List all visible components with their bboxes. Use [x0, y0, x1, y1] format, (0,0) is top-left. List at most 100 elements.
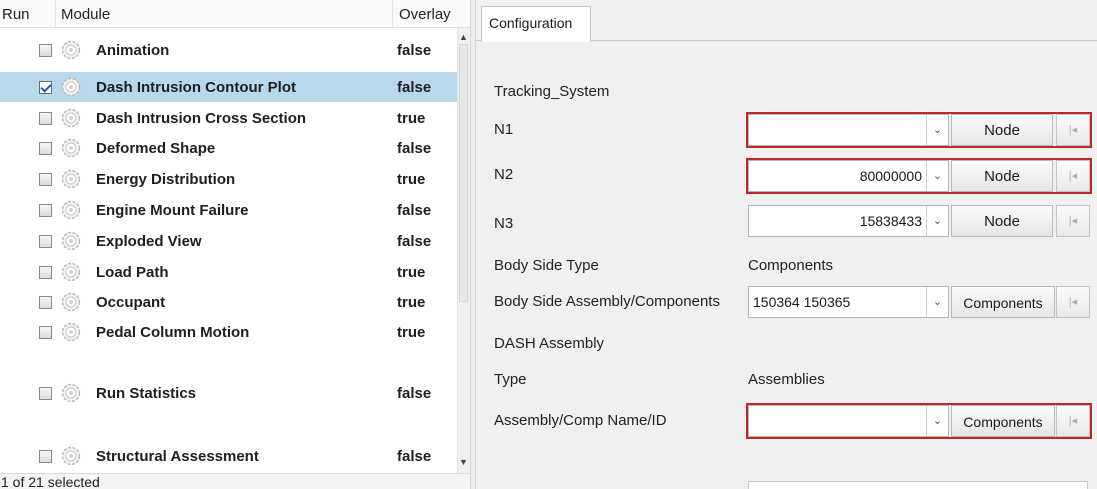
n1-combo[interactable]: ⌄ [748, 114, 949, 146]
module-row[interactable]: Structural Assessment false [0, 442, 457, 470]
module-row[interactable]: Run Statistics false [0, 368, 457, 418]
module-name: Animation [96, 42, 170, 59]
n2-node-button[interactable]: Node [951, 160, 1053, 192]
module-row[interactable]: Occupant true [0, 288, 457, 316]
run-checkbox[interactable] [39, 450, 52, 463]
run-checkbox[interactable] [39, 173, 52, 186]
module-name: Run Statistics [96, 385, 197, 402]
pick-entity-icon[interactable]: |◂ [1056, 405, 1090, 437]
gear-icon [61, 262, 81, 282]
scroll-down-icon[interactable]: ▼ [459, 456, 468, 468]
section-tracking-system: Tracking_System [494, 83, 610, 100]
module-name: Dash Intrusion Cross Section [96, 110, 307, 127]
body-side-assembly-label: Body Side Assembly/Components [494, 293, 720, 310]
run-checkbox[interactable] [39, 296, 52, 309]
module-overlay: true [397, 324, 426, 341]
gear-icon [61, 231, 81, 251]
n2-value: 80000000 [859, 168, 922, 184]
dropdown-arrow-icon[interactable]: ⌄ [926, 287, 948, 317]
run-checkbox[interactable] [39, 44, 52, 57]
pick-entity-icon[interactable]: |◂ [1056, 205, 1090, 237]
dropdown-arrow-icon[interactable]: ⌄ [926, 161, 948, 191]
module-row[interactable]: Dash Intrusion Cross Section true [0, 104, 457, 132]
tab-configuration[interactable]: Configuration [481, 6, 591, 42]
assembly-comp-label: Assembly/Comp Name/ID [494, 412, 667, 429]
selection-status-bar: 1 of 21 selected [0, 473, 470, 489]
module-row[interactable]: Animation false [0, 36, 457, 64]
column-header-module[interactable]: Module [61, 6, 110, 23]
run-checkbox[interactable] [39, 266, 52, 279]
n1-node-button[interactable]: Node [951, 114, 1053, 146]
gear-icon [61, 108, 81, 128]
module-row[interactable]: Engine Mount Failure false [0, 196, 457, 224]
module-list-header: Run Module Overlay [0, 0, 470, 28]
module-row[interactable]: Pedal Column Motion true [0, 318, 457, 346]
run-checkbox[interactable] [39, 112, 52, 125]
module-row[interactable]: Deformed Shape false [0, 134, 457, 162]
run-checkbox[interactable] [39, 81, 52, 94]
module-row[interactable]: Load Path true [0, 258, 457, 286]
scrollbar-thumb[interactable] [459, 44, 468, 302]
column-header-run[interactable]: Run [2, 6, 30, 23]
body-side-type-label: Body Side Type [494, 257, 599, 274]
module-name: Exploded View [96, 233, 202, 250]
gear-icon [61, 446, 81, 466]
partial-input-field[interactable] [748, 481, 1088, 489]
module-overlay: true [397, 110, 426, 127]
dropdown-arrow-icon[interactable]: ⌄ [926, 206, 948, 236]
n1-label: N1 [494, 121, 514, 138]
column-header-overlay[interactable]: Overlay [399, 6, 451, 23]
gear-icon [61, 322, 81, 342]
column-separator[interactable] [55, 0, 56, 28]
type-label: Type [494, 371, 527, 388]
module-overlay: false [397, 448, 432, 465]
module-overlay: true [397, 171, 426, 188]
n2-combo[interactable]: 80000000 ⌄ [748, 160, 949, 192]
n3-value: 15838433 [859, 213, 922, 229]
pick-entity-icon[interactable]: |◂ [1056, 286, 1090, 318]
module-name: Engine Mount Failure [96, 202, 249, 219]
assembly-components-button[interactable]: Components [951, 405, 1055, 437]
module-list-panel: Run Module Overlay Animation false Dash In… [0, 0, 470, 489]
run-checkbox[interactable] [39, 326, 52, 339]
configuration-panel: Configuration Tracking_System N1 ⌄ Node … [476, 0, 1097, 489]
run-checkbox[interactable] [39, 235, 52, 248]
dropdown-arrow-icon[interactable]: ⌄ [926, 406, 948, 436]
body-side-assembly-combo[interactable]: 150364 150365 ⌄ [748, 286, 949, 318]
module-overlay: false [397, 140, 432, 157]
module-row[interactable]: Dash Intrusion Contour Plot false [0, 72, 457, 102]
gear-icon [61, 169, 81, 189]
run-checkbox[interactable] [39, 387, 52, 400]
dropdown-arrow-icon[interactable]: ⌄ [926, 115, 948, 145]
n2-label: N2 [494, 166, 514, 183]
n3-combo[interactable]: 15838433 ⌄ [748, 205, 949, 237]
gear-icon [61, 40, 81, 60]
module-overlay: true [397, 264, 426, 281]
column-separator[interactable] [392, 0, 393, 28]
pick-entity-icon[interactable]: |◂ [1056, 114, 1090, 146]
module-overlay: false [397, 42, 432, 59]
section-dash-assembly: DASH Assembly [494, 335, 605, 352]
module-name: Deformed Shape [96, 140, 216, 157]
run-checkbox[interactable] [39, 142, 52, 155]
module-name: Energy Distribution [96, 171, 236, 188]
module-overlay: false [397, 202, 432, 219]
type-value: Assemblies [748, 371, 825, 388]
module-name: Load Path [96, 264, 169, 281]
scroll-up-icon[interactable]: ▲ [459, 31, 468, 43]
module-row[interactable]: Energy Distribution true [0, 165, 457, 193]
assembly-comp-combo[interactable]: ⌄ [748, 405, 949, 437]
gear-icon [61, 77, 81, 97]
body-side-assembly-value: 150364 150365 [753, 294, 851, 310]
module-overlay: true [397, 294, 426, 311]
n3-node-button[interactable]: Node [951, 205, 1053, 237]
pick-entity-icon[interactable]: |◂ [1056, 160, 1090, 192]
run-checkbox[interactable] [39, 204, 52, 217]
module-name: Dash Intrusion Contour Plot [96, 79, 296, 96]
gear-icon [61, 200, 81, 220]
module-overlay: false [397, 385, 432, 402]
module-row[interactable]: Exploded View false [0, 227, 457, 255]
body-side-components-button[interactable]: Components [951, 286, 1055, 318]
n3-label: N3 [494, 215, 514, 232]
module-name: Structural Assessment [96, 448, 259, 465]
